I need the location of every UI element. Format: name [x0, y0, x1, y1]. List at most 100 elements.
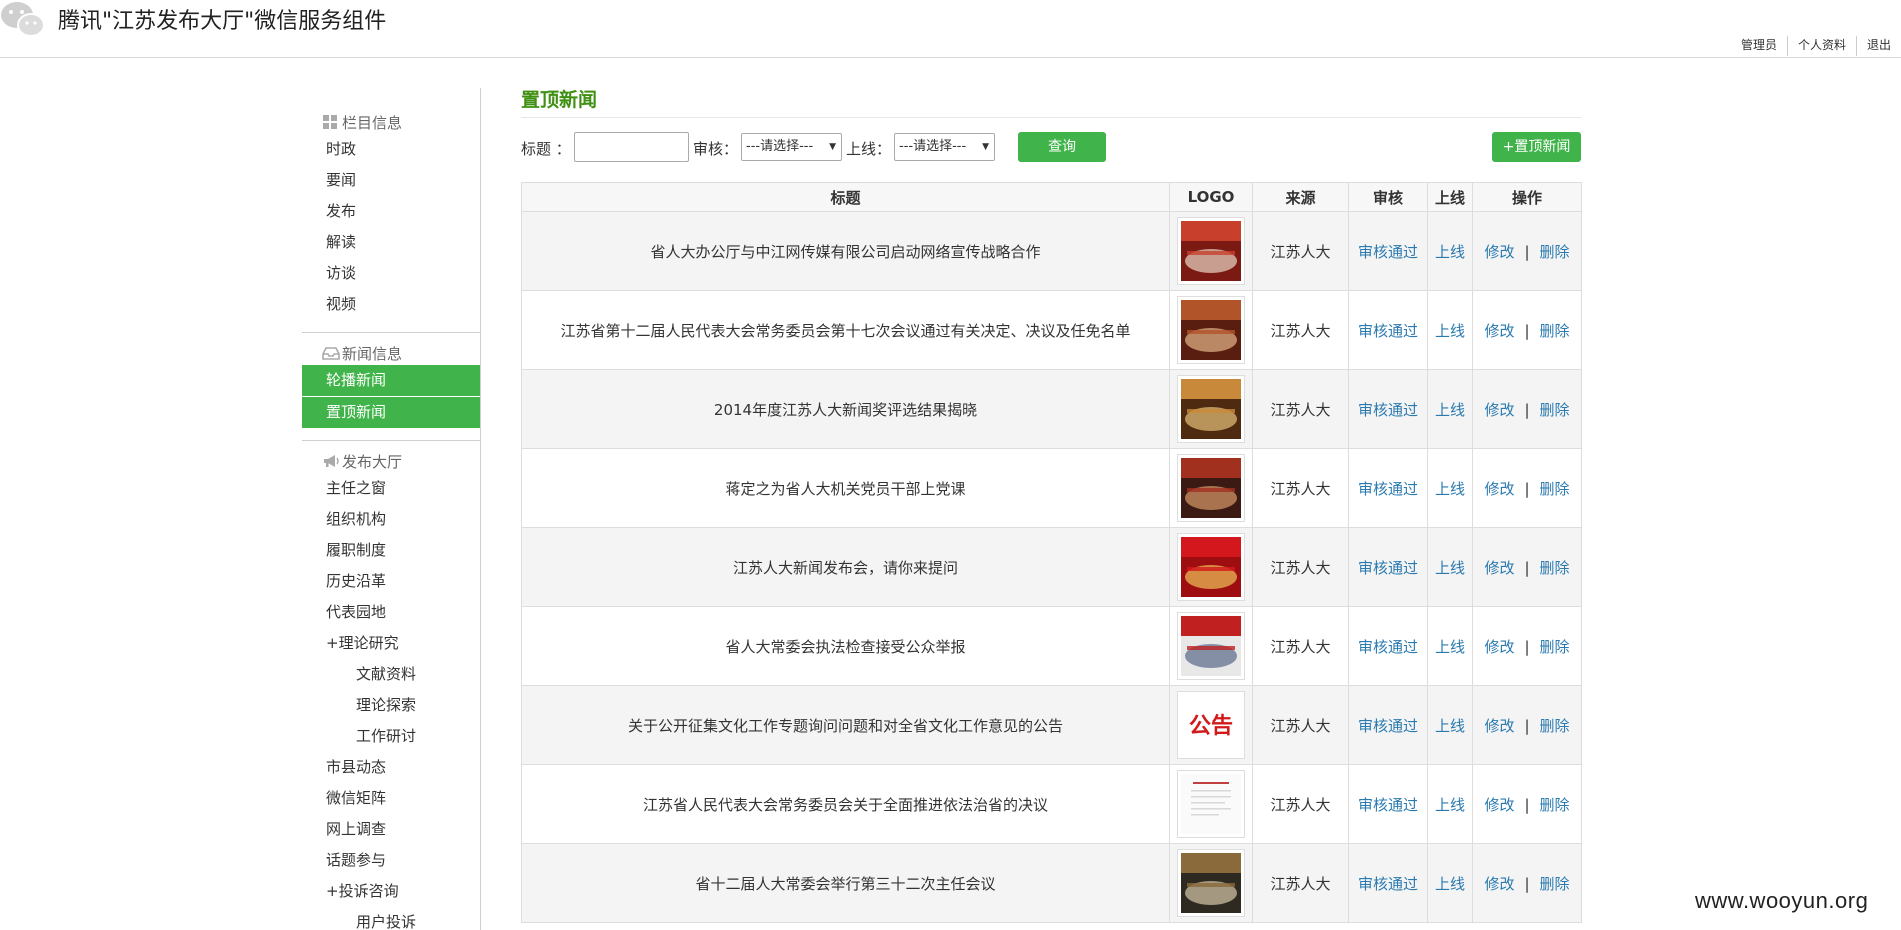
edit-link[interactable]: 修改 [1484, 322, 1514, 340]
online-cell: 上线 [1427, 764, 1473, 844]
sidebar-item[interactable]: 履职制度 [302, 535, 480, 566]
col-header-logo: LOGO [1169, 182, 1253, 212]
sidebar-item[interactable]: +投诉咨询 [302, 876, 480, 907]
review-status-link[interactable]: 审核通过 [1358, 480, 1418, 498]
review-filter-label: 审核： [693, 140, 739, 158]
logo-cell [1169, 211, 1253, 291]
delete-link[interactable]: 删除 [1540, 638, 1570, 656]
sidebar-item[interactable]: 历史沿革 [302, 566, 480, 597]
news-title-cell: 省十二届人大常委会举行第三十二次主任会议 [521, 843, 1170, 923]
sidebar-divider [302, 332, 480, 333]
news-title-cell: 蒋定之为省人大机关党员干部上党课 [521, 448, 1170, 528]
main-content: 置顶新闻 标题 ： 审核： ---请选择--- ▼ 上线： ---请选择--- … [521, 86, 1582, 923]
edit-link[interactable]: 修改 [1484, 875, 1514, 893]
edit-link[interactable]: 修改 [1484, 480, 1514, 498]
query-button[interactable]: 查询 [1018, 132, 1106, 162]
caret-down-icon: ▼ [829, 142, 836, 152]
delete-link[interactable]: 删除 [1540, 717, 1570, 735]
sidebar-item[interactable]: 访谈 [302, 258, 480, 289]
sidebar-group-label: 新闻信息 [342, 344, 403, 363]
action-separator: | [1524, 400, 1530, 419]
sidebar-item[interactable]: 代表园地 [302, 597, 480, 628]
delete-link[interactable]: 删除 [1540, 796, 1570, 814]
sidebar-item[interactable]: 话题参与 [302, 845, 480, 876]
table-row: 省十二届人大常委会举行第三十二次主任会议 江苏人大 审核通过 上线 修改 | 删除 [521, 843, 1582, 923]
review-status-link[interactable]: 审核通过 [1358, 638, 1418, 656]
sidebar-group-header: 发布大厅 [302, 449, 480, 473]
title-filter-input[interactable] [574, 132, 689, 162]
delete-link[interactable]: 删除 [1540, 322, 1570, 340]
logo-cell [1169, 448, 1253, 528]
online-status-link[interactable]: 上线 [1435, 796, 1465, 814]
review-status-link[interactable]: 审核通过 [1358, 875, 1418, 893]
nav-logout[interactable]: 退出 [1855, 36, 1901, 56]
sidebar-item[interactable]: 文献资料 [302, 659, 480, 690]
inbox-icon [322, 345, 340, 361]
review-status-link[interactable]: 审核通过 [1358, 243, 1418, 261]
news-title-cell: 2014年度江苏人大新闻奖评选结果揭晓 [521, 369, 1170, 449]
sidebar-item[interactable]: 置顶新闻 [302, 397, 480, 428]
nav-profile[interactable]: 个人资料 [1786, 36, 1856, 56]
nav-admin[interactable]: 管理员 [1731, 36, 1787, 56]
edit-link[interactable]: 修改 [1484, 243, 1514, 261]
sidebar-item[interactable]: 主任之窗 [302, 473, 480, 504]
online-status-link[interactable]: 上线 [1435, 875, 1465, 893]
news-title-cell: 省人大办公厅与中江网传媒有限公司启动网络宣传战略合作 [521, 211, 1170, 291]
sidebar-item[interactable]: 微信矩阵 [302, 783, 480, 814]
delete-link[interactable]: 删除 [1540, 875, 1570, 893]
action-separator: | [1524, 637, 1530, 656]
review-status-link[interactable]: 审核通过 [1358, 796, 1418, 814]
online-status-link[interactable]: 上线 [1435, 401, 1465, 419]
sidebar-item[interactable]: 网上调查 [302, 814, 480, 845]
sidebar-item[interactable]: 轮播新闻 [302, 365, 480, 396]
sidebar-item[interactable]: 视频 [302, 289, 480, 320]
online-status-link[interactable]: 上线 [1435, 717, 1465, 735]
news-title-cell: 江苏省人民代表大会常务委员会关于全面推进依法治省的决议 [521, 764, 1170, 844]
news-thumbnail [1177, 454, 1245, 522]
sidebar-item[interactable]: +理论研究 [302, 628, 480, 659]
delete-link[interactable]: 删除 [1540, 480, 1570, 498]
edit-link[interactable]: 修改 [1484, 559, 1514, 577]
edit-link[interactable]: 修改 [1484, 638, 1514, 656]
sidebar-item[interactable]: 发布 [302, 196, 480, 227]
sidebar-item[interactable]: 市县动态 [302, 752, 480, 783]
sidebar-item[interactable]: 理论探索 [302, 690, 480, 721]
review-status-link[interactable]: 审核通过 [1358, 559, 1418, 577]
delete-link[interactable]: 删除 [1540, 401, 1570, 419]
actions-cell: 修改 | 删除 [1472, 369, 1582, 449]
online-cell: 上线 [1427, 290, 1473, 370]
watermark: www.wooyun.org [1695, 888, 1869, 913]
online-cell: 上线 [1427, 843, 1473, 923]
edit-link[interactable]: 修改 [1484, 401, 1514, 419]
actions-cell: 修改 | 删除 [1472, 685, 1582, 765]
sidebar-group-label: 栏目信息 [342, 113, 403, 132]
edit-link[interactable]: 修改 [1484, 717, 1514, 735]
news-thumbnail [1177, 533, 1245, 601]
sidebar: 栏目信息时政 要闻 发布 解读 访谈 视频新闻信息轮播新闻 置顶新闻发布大厅 主任之窗 组织机构… [302, 88, 481, 930]
delete-link[interactable]: 删除 [1540, 243, 1570, 261]
online-filter-select[interactable]: ---请选择--- ▼ [894, 133, 995, 161]
online-status-link[interactable]: 上线 [1435, 322, 1465, 340]
review-status-link[interactable]: 审核通过 [1358, 322, 1418, 340]
review-status-link[interactable]: 审核通过 [1358, 401, 1418, 419]
sidebar-item[interactable]: 解读 [302, 227, 480, 258]
sidebar-item[interactable]: 要闻 [302, 165, 480, 196]
sidebar-item[interactable]: 工作研讨 [302, 721, 480, 752]
sidebar-item[interactable]: 组织机构 [302, 504, 480, 535]
online-status-link[interactable]: 上线 [1435, 480, 1465, 498]
online-status-link[interactable]: 上线 [1435, 638, 1465, 656]
table-row: 江苏省第十二届人民代表大会常务委员会第十七次会议通过有关决定、决议及任免名单 江苏… [521, 290, 1582, 370]
add-top-news-button[interactable]: +置顶新闻 [1492, 132, 1581, 162]
edit-link[interactable]: 修改 [1484, 796, 1514, 814]
title-filter-label: 标题 ： [521, 140, 571, 158]
review-status-link[interactable]: 审核通过 [1358, 717, 1418, 735]
sidebar-item[interactable]: 用户投诉 [302, 907, 480, 930]
delete-link[interactable]: 删除 [1540, 559, 1570, 577]
actions-cell: 修改 | 删除 [1472, 290, 1582, 370]
sidebar-item[interactable]: 时政 [302, 134, 480, 165]
table-header-row: 标题 LOGO 来源 审核 上线 操作 [521, 182, 1582, 212]
online-status-link[interactable]: 上线 [1435, 243, 1465, 261]
online-status-link[interactable]: 上线 [1435, 559, 1465, 577]
col-header-actions: 操作 [1472, 182, 1582, 212]
review-filter-select[interactable]: ---请选择--- ▼ [741, 133, 842, 161]
